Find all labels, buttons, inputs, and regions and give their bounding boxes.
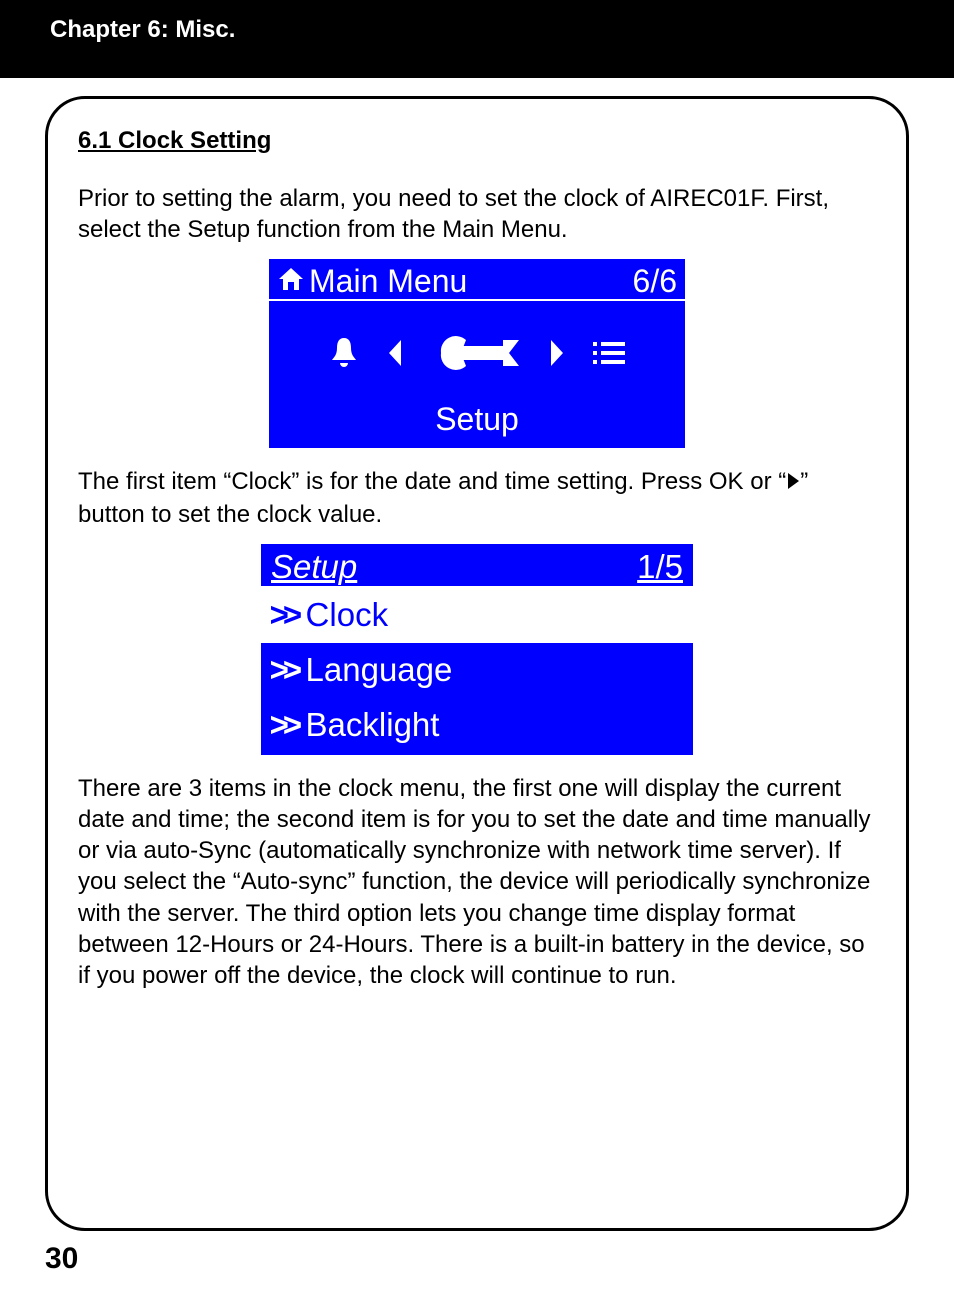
lcd-main-menu: Main Menu 6/6 [269,259,685,448]
triangle-right-icon [786,467,800,498]
home-icon [277,263,305,300]
chapter-header: Chapter 6: Misc. [0,0,954,78]
setup-item-backlight: >> Backlight [261,698,693,753]
lcd1-titlebar: Main Menu 6/6 [269,259,685,301]
content-panel: 6.1 Clock Setting Prior to setting the a… [45,96,909,1231]
setup-item-language: >> Language [261,643,693,698]
lcd2-title: Setup [271,548,637,586]
chevron-icon: >> [269,596,296,634]
lcd-setup-menu: Setup 1/5 >> Clock >> Language >> Backli… [261,544,693,755]
lcd1-title: Main Menu [305,263,633,300]
right-arrow-icon [547,338,567,373]
page-number: 30 [45,1242,78,1276]
intro-paragraph: Prior to setting the alarm, you need to … [78,183,876,245]
chevron-icon: >> [269,651,296,689]
section-heading: 6.1 Clock Setting [78,127,876,155]
lcd2-count: 1/5 [637,548,683,586]
left-arrow-icon [385,338,405,373]
setup-item-clock: >> Clock [261,588,693,643]
list-icon [593,340,625,371]
chapter-title: Chapter 6: Misc. [50,16,904,44]
lcd1-label: Setup [269,401,685,438]
lcd1-icon-row [269,301,685,401]
lcd1-count: 6/6 [633,263,677,300]
wrench-icon [431,328,521,383]
lcd2-titlebar: Setup 1/5 [261,544,693,588]
chevron-icon: >> [269,706,296,744]
middle-paragraph: The first item “Clock” is for the date a… [78,466,876,529]
bell-icon [329,335,359,376]
detail-paragraph: There are 3 items in the clock menu, the… [78,773,876,991]
